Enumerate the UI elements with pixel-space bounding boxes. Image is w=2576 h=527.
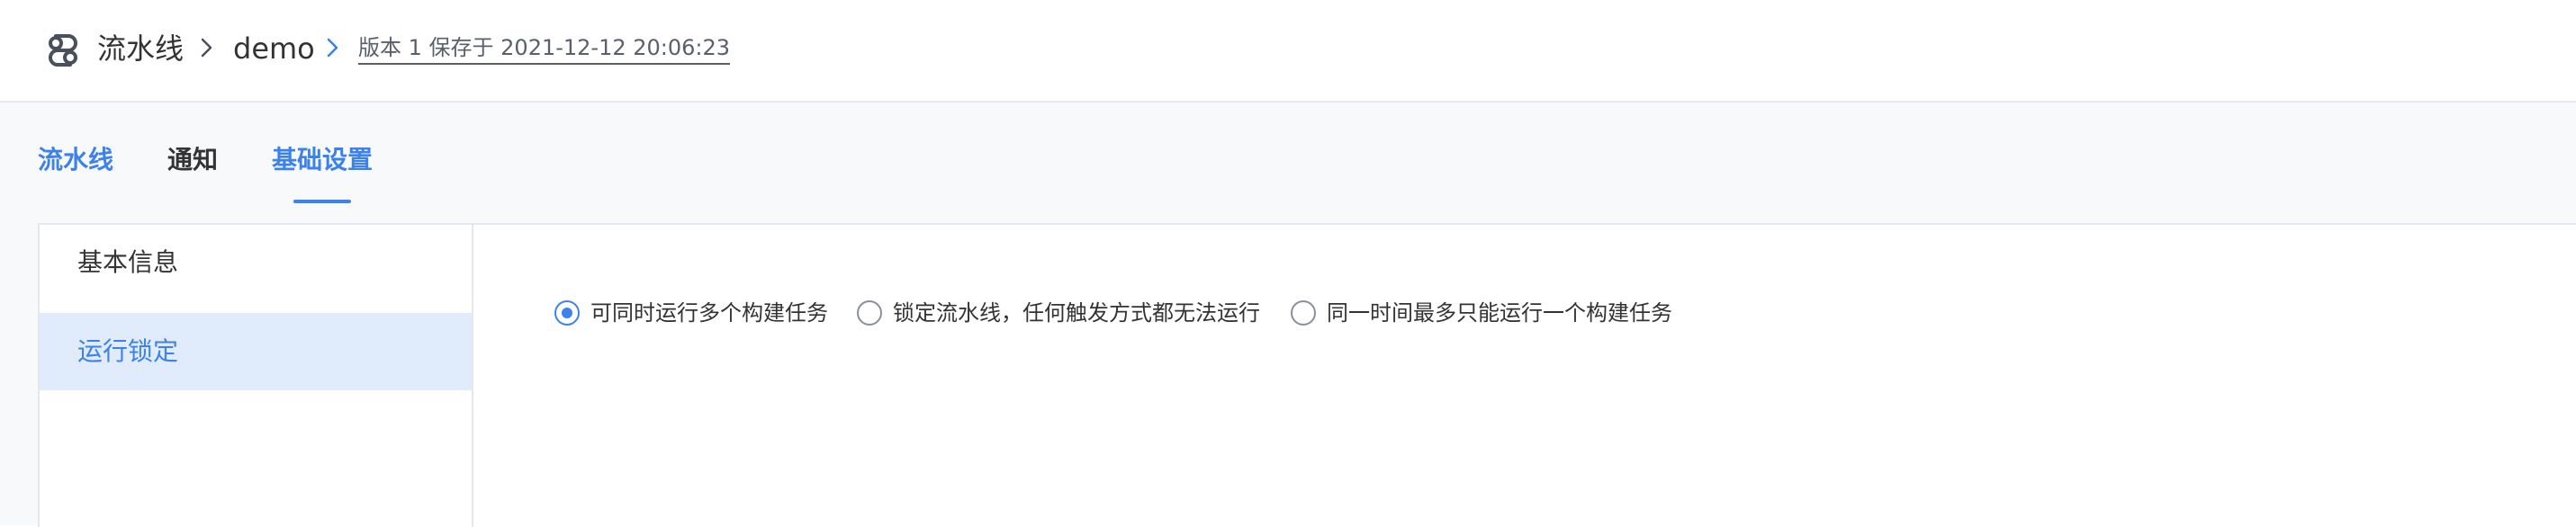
tab-pipeline[interactable]: 流水线 [38,142,113,178]
radio-label: 锁定流水线，任何触发方式都无法运行 [893,300,1260,326]
side-menu-item-basic-info[interactable]: 基本信息 [40,227,472,299]
pipeline-logo-icon[interactable] [43,31,83,70]
settings-panel: 基本信息 运行锁定 可同时运行多个构建任务 锁定流水线，任何触发方式都无法运行 … [38,223,2576,527]
tab-notification[interactable]: 通知 [167,142,218,178]
radio-single-run[interactable]: 同一时间最多只能运行一个构建任务 [1291,295,1672,331]
breadcrumb-pipeline-root[interactable]: 流水线 [97,29,184,68]
radio-lock-pipeline[interactable]: 锁定流水线，任何触发方式都无法运行 [857,295,1260,331]
radio-allow-concurrent[interactable]: 可同时运行多个构建任务 [554,295,828,331]
radio-unchecked-icon[interactable] [1291,300,1316,326]
side-menu-item-run-lock[interactable]: 运行锁定 [40,313,472,390]
settings-side-menu: 基本信息 运行锁定 [40,225,473,527]
tab-basic-settings[interactable]: 基础设置 [272,142,373,178]
radio-unchecked-icon[interactable] [857,300,882,326]
active-tab-indicator [293,200,351,203]
radio-label: 可同时运行多个构建任务 [590,300,828,326]
chevron-right-icon [327,38,338,58]
radio-label: 同一时间最多只能运行一个构建任务 [1327,300,1672,326]
chevron-right-icon [201,38,212,58]
radio-checked-icon[interactable] [554,300,580,326]
breadcrumb-pipeline-name[interactable]: demo [233,29,315,68]
version-info-link[interactable]: 版本 1 保存于 2021-12-12 20:06:23 [358,32,731,65]
top-header: 流水线 demo 版本 1 保存于 2021-12-12 20:06:23 [0,0,2576,103]
